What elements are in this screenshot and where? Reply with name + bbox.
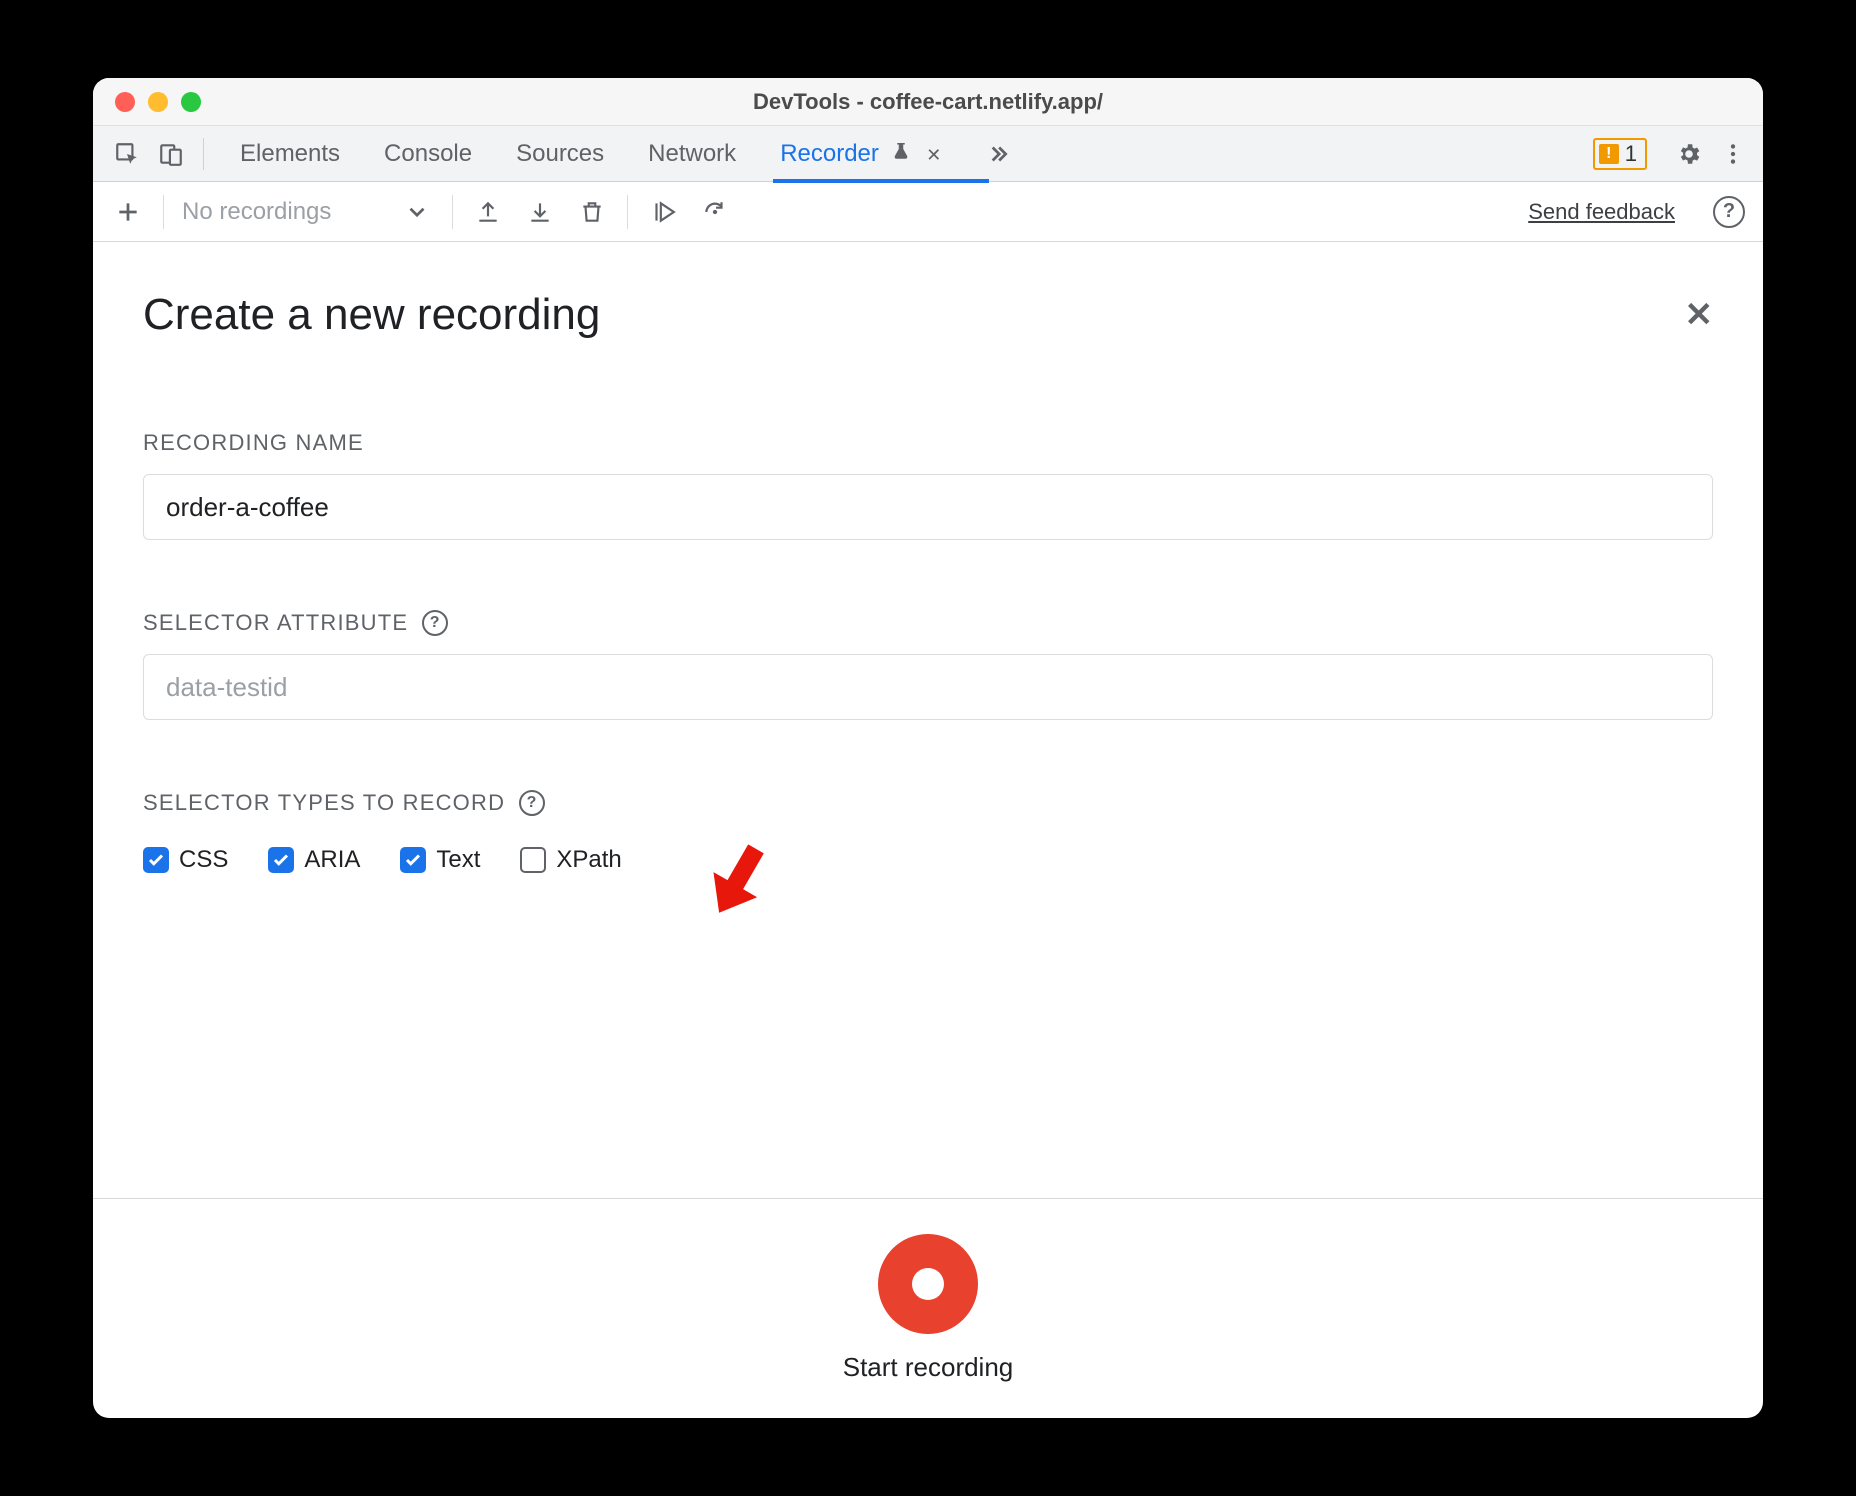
checkbox-icon [400, 847, 426, 873]
recording-name-input[interactable] [143, 474, 1713, 540]
start-recording-label: Start recording [843, 1352, 1014, 1383]
new-recording-button[interactable] [111, 195, 145, 229]
panel-tabs: Elements Console Sources Network Recorde… [236, 128, 945, 180]
delete-icon[interactable] [575, 195, 609, 229]
separator [627, 195, 628, 229]
export-icon[interactable] [471, 195, 505, 229]
chevron-down-icon[interactable] [400, 195, 434, 229]
tab-recorder[interactable]: Recorder ✕ [776, 128, 945, 180]
device-toolbar-icon[interactable] [151, 134, 191, 174]
checkbox-xpath[interactable]: XPath [520, 846, 621, 874]
titlebar: DevTools - coffee-cart.netlify.app/ [93, 78, 1763, 126]
tab-console[interactable]: Console [380, 128, 476, 180]
recordings-dropdown[interactable]: No recordings [182, 198, 382, 226]
tab-recorder-label: Recorder [780, 140, 879, 167]
selector-attribute-label: SELECTOR ATTRIBUTE ? [143, 610, 1713, 636]
tab-network[interactable]: Network [644, 128, 740, 180]
checkbox-text[interactable]: Text [400, 846, 480, 874]
inspect-element-icon[interactable] [107, 134, 147, 174]
issues-count: 1 [1625, 141, 1637, 167]
window-title: DevTools - coffee-cart.netlify.app/ [93, 89, 1763, 115]
zoom-window-button[interactable] [181, 92, 201, 112]
step-icon[interactable] [698, 195, 732, 229]
recorder-toolbar: No recordings Send feedback ? [93, 182, 1763, 242]
issues-badge[interactable]: ! 1 [1593, 138, 1647, 170]
separator [452, 195, 453, 229]
start-recording-button[interactable] [878, 1234, 978, 1334]
footer: Start recording [93, 1198, 1763, 1418]
recording-name-label: RECORDING NAME [143, 430, 1713, 456]
help-icon[interactable]: ? [1713, 196, 1745, 228]
minimize-window-button[interactable] [148, 92, 168, 112]
page-title: Create a new recording [143, 290, 600, 340]
devtools-window: DevTools - coffee-cart.netlify.app/ Elem… [93, 78, 1763, 1418]
separator [163, 195, 164, 229]
help-icon[interactable]: ? [422, 610, 448, 636]
help-icon[interactable]: ? [519, 790, 545, 816]
send-feedback-link[interactable]: Send feedback [1528, 199, 1675, 225]
checkbox-icon [143, 847, 169, 873]
window-controls [93, 92, 201, 112]
checkbox-icon [268, 847, 294, 873]
recorder-create-form: Create a new recording ✕ RECORDING NAME … [93, 242, 1763, 1198]
tab-elements[interactable]: Elements [236, 128, 344, 180]
selector-types-row: CSS ARIA Text XPath [143, 846, 1713, 874]
close-window-button[interactable] [115, 92, 135, 112]
checkbox-css[interactable]: CSS [143, 846, 228, 874]
more-options-icon[interactable] [1713, 134, 1753, 174]
experimental-icon [892, 140, 917, 167]
more-tabs-icon[interactable] [977, 134, 1017, 174]
replay-icon[interactable] [646, 195, 680, 229]
checkbox-icon [520, 847, 546, 873]
warning-icon: ! [1599, 144, 1619, 164]
import-icon[interactable] [523, 195, 557, 229]
record-icon [912, 1268, 944, 1300]
selector-types-label: SELECTOR TYPES TO RECORD ? [143, 790, 1713, 816]
settings-icon[interactable] [1669, 134, 1709, 174]
main-toolbar: Elements Console Sources Network Recorde… [93, 126, 1763, 182]
close-form-button[interactable]: ✕ [1685, 295, 1714, 335]
separator [203, 138, 204, 170]
selector-attribute-input[interactable] [143, 654, 1713, 720]
tab-sources[interactable]: Sources [512, 128, 608, 180]
checkbox-aria[interactable]: ARIA [268, 846, 360, 874]
close-tab-icon[interactable]: ✕ [926, 145, 941, 165]
